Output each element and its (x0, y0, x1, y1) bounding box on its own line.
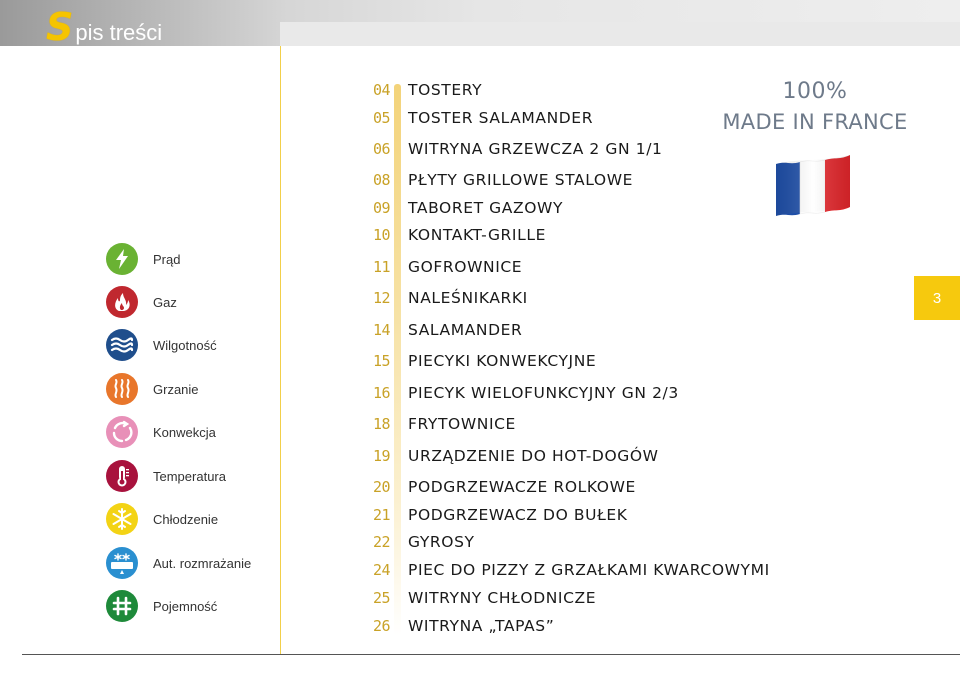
toc-page-number: 08 (372, 171, 391, 189)
toc-entry[interactable]: 26 WITRYNA „TAPAS” (340, 614, 800, 638)
toc-entry[interactable]: 11 GOFROWNICE (340, 255, 800, 279)
toc-title: WITRYNA „TAPAS” (408, 617, 555, 635)
legend-label: Grzanie (153, 381, 199, 397)
toc-page-number: 25 (372, 589, 391, 607)
toc-title: TOSTER SALAMANDER (408, 109, 594, 127)
made-in-france-badge: 100% MADE IN FRANCE (720, 78, 910, 138)
legend-label: Wilgotność (153, 337, 217, 353)
toc-entry[interactable]: 25 WITRYNY CHŁODNICZE (340, 586, 800, 610)
toc-title: PIEC DO PIZZY Z GRZAŁKAMI KWARCOWYMI (408, 561, 770, 579)
toc-entry[interactable]: 20 PODGRZEWACZE ROLKOWE (340, 475, 800, 499)
legend-label: Temperatura (153, 468, 226, 484)
toc-entry[interactable]: 09 TABORET GAZOWY (340, 196, 800, 220)
toc-page-number: 09 (372, 199, 391, 217)
toc-page-number: 26 (372, 617, 391, 635)
toc-title: WITRYNA GRZEWCZA 2 GN 1/1 (408, 140, 663, 158)
badge-percent: 100% (782, 79, 848, 104)
title-text: pis treści (75, 20, 163, 45)
column-divider (280, 46, 281, 654)
toc-page-number: 05 (372, 109, 391, 127)
toc-page-number: 10 (372, 226, 391, 244)
snowflake-icon (106, 503, 138, 535)
toc-entry[interactable]: 19 URZĄDZENIE DO HOT-DOGÓW (340, 444, 800, 468)
humidity-waves-icon (106, 329, 138, 361)
toc-title: PŁYTY GRILLOWE STALOWE (408, 171, 634, 189)
toc-title: PODGRZEWACZ DO BUŁEK (408, 506, 628, 524)
toc-entry[interactable]: 15 PIECYKI KONWEKCYJNE (340, 349, 800, 373)
toc-title: NALEŚNIKARKI (408, 289, 528, 307)
toc-entry[interactable]: 14 SALAMANDER (340, 318, 800, 342)
toc-entry[interactable]: 16 PIECYK WIELOFUNKCYJNY GN 2/3 (340, 381, 800, 405)
legend-item-prad: Prąd (106, 242, 180, 276)
toc-page-number: 15 (372, 352, 391, 370)
toc-entry[interactable]: 21 PODGRZEWACZ DO BUŁEK (340, 503, 800, 527)
page-number: 3 (932, 289, 942, 307)
toc-title: FRYTOWNICE (408, 415, 516, 433)
toc-entry[interactable]: 22 GYROSY (340, 530, 800, 554)
toc-entry[interactable]: 08 PŁYTY GRILLOWE STALOWE (340, 168, 800, 192)
badge-text: MADE IN FRANCE (722, 110, 908, 134)
toc-title: GOFROWNICE (408, 258, 523, 276)
legend-item-wilgotnosc: Wilgotność (106, 328, 217, 362)
toc-entry[interactable]: 10 KONTAKT-GRILLE (340, 223, 800, 247)
capacity-grid-icon (106, 590, 138, 622)
toc-title: PODGRZEWACZE ROLKOWE (408, 478, 636, 496)
toc-page-number: 19 (372, 447, 391, 465)
legend-item-konwekcja: Konwekcja (106, 415, 216, 449)
title-initial: S (46, 5, 74, 49)
legend-label: Aut. rozmrażanie (153, 555, 252, 571)
convection-icon (106, 416, 138, 448)
gas-flame-icon (106, 286, 138, 318)
thermometer-icon (106, 460, 138, 492)
toc-entry[interactable]: 06 WITRYNA GRZEWCZA 2 GN 1/1 (340, 137, 800, 161)
toc-title: SALAMANDER (408, 321, 523, 339)
legend-label: Pojemność (153, 598, 218, 614)
legend-item-aut-rozmrazanie: Aut. rozmrażanie (106, 546, 251, 580)
toc-page-number: 06 (372, 140, 391, 158)
toc-title: URZĄDZENIE DO HOT-DOGÓW (408, 447, 659, 465)
toc-title: KONTAKT-GRILLE (408, 226, 546, 244)
heating-icon (106, 373, 138, 405)
legend-item-grzanie: Grzanie (106, 372, 199, 406)
toc-page-number: 22 (372, 533, 391, 551)
legend-item-pojemnosc: Pojemność (106, 589, 217, 623)
lightning-icon (106, 243, 138, 275)
toc-page-number: 04 (372, 81, 391, 99)
toc-title: WITRYNY CHŁODNICZE (408, 589, 597, 607)
legend-item-temperatura: Temperatura (106, 459, 226, 493)
toc-title: GYROSY (408, 533, 475, 551)
french-flag-icon (776, 155, 850, 216)
toc-page-number: 24 (372, 561, 391, 579)
legend-label: Gaz (153, 294, 177, 310)
toc-entry[interactable]: 12 NALEŚNIKARKI (340, 286, 800, 310)
toc-page-number: 16 (372, 384, 391, 402)
toc-page-number: 20 (372, 478, 391, 496)
legend-label: Chłodzenie (153, 511, 219, 527)
legend-label: Prąd (153, 251, 181, 267)
toc-entry[interactable]: 24 PIEC DO PIZZY Z GRZAŁKAMI KWARCOWYMI (340, 558, 800, 582)
toc-page-number: 18 (372, 415, 391, 433)
page-title: S pis treści (46, 8, 162, 48)
legend-item-chlodzenie: Chłodzenie (106, 502, 218, 536)
toc-title: PIECYKI KONWEKCYJNE (408, 352, 597, 370)
toc-page-number: 21 (372, 506, 391, 524)
toc-page-number: 12 (372, 289, 391, 307)
legend-item-gaz: Gaz (106, 285, 177, 319)
toc-page-number: 14 (372, 321, 391, 339)
page-number-tab: 3 (914, 276, 960, 320)
toc-entry[interactable]: 18 FRYTOWNICE (340, 412, 800, 436)
toc-page-number: 11 (372, 258, 391, 276)
legend-label: Konwekcja (153, 424, 216, 440)
toc-title: PIECYK WIELOFUNKCYJNY GN 2/3 (408, 384, 679, 402)
toc-title: TOSTERY (408, 81, 483, 99)
toc-title: TABORET GAZOWY (408, 199, 564, 217)
auto-defrost-icon (106, 547, 138, 579)
